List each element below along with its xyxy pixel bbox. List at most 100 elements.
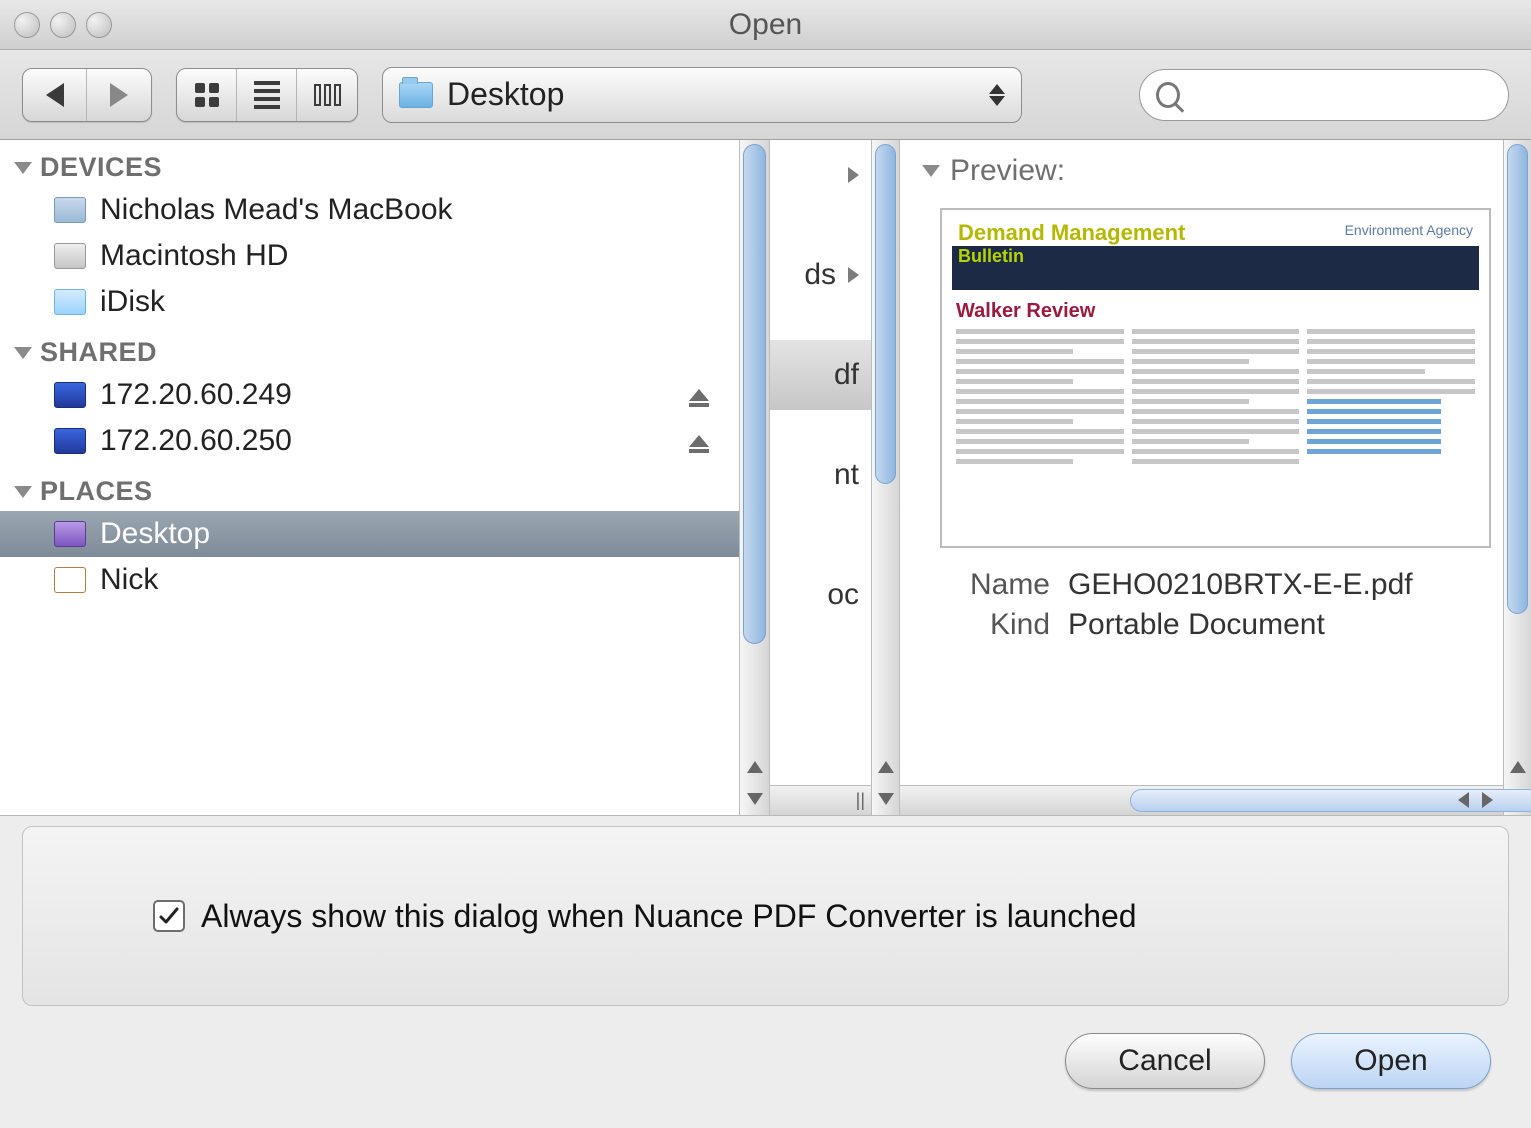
hdd-icon — [54, 243, 86, 269]
scroll-up-icon[interactable] — [740, 761, 769, 773]
view-columns-button[interactable] — [297, 69, 357, 121]
toolbar: Desktop — [0, 50, 1531, 140]
preview-column: Preview: Demand Management Bulletin Envi… — [900, 140, 1531, 815]
section-label: DEVICES — [40, 152, 162, 183]
list-icon — [254, 81, 280, 109]
back-button[interactable] — [23, 69, 87, 121]
preview-hscroll[interactable] — [900, 785, 1503, 815]
sidebar-item-share-2[interactable]: 172.20.60.250 — [0, 418, 769, 464]
popup-arrows-icon — [989, 84, 1005, 106]
view-icons-button[interactable] — [177, 69, 237, 121]
file-fragment: oc — [827, 578, 859, 612]
preview-doc-logo: Environment Agency — [1345, 222, 1473, 238]
folder-icon — [399, 82, 433, 108]
file-fragment: df — [834, 358, 859, 392]
preview-doc-section: Walker Review — [952, 298, 1479, 325]
sidebar-item-label: Macintosh HD — [100, 239, 288, 273]
meta-key-name: Name — [940, 568, 1050, 602]
sidebar-item-label: Desktop — [100, 517, 210, 551]
search-field[interactable] — [1139, 69, 1509, 121]
button-label: Open — [1354, 1044, 1427, 1078]
sidebar-item-label: 172.20.60.250 — [100, 424, 292, 458]
meta-val-name: GEHO0210BRTX-E-E.pdf — [1068, 568, 1491, 602]
disclosure-icon — [922, 165, 940, 177]
location-label: Desktop — [447, 76, 564, 113]
chevron-right-icon — [848, 267, 859, 283]
button-label: Cancel — [1118, 1044, 1211, 1078]
file-fragment: nt — [834, 458, 859, 492]
preview-scrollbar[interactable] — [1503, 140, 1531, 815]
sidebar-item-label: iDisk — [100, 285, 165, 319]
nav-history — [22, 68, 152, 122]
cancel-button[interactable]: Cancel — [1065, 1033, 1265, 1089]
preview-doc-title: Demand Management — [958, 220, 1185, 246]
forward-button[interactable] — [87, 69, 151, 121]
sidebar-item-label: Nick — [100, 563, 158, 597]
options-panel: Always show this dialog when Nuance PDF … — [22, 826, 1509, 1006]
scroll-down-icon[interactable] — [740, 793, 769, 805]
close-icon[interactable] — [14, 12, 40, 38]
sidebar: DEVICES Nicholas Mead's MacBook Macintos… — [0, 140, 770, 815]
grid-icon — [195, 83, 219, 107]
file-fragment: ds — [804, 258, 836, 292]
scroll-thumb[interactable] — [875, 144, 896, 484]
scroll-thumb[interactable] — [1130, 789, 1531, 812]
disclosure-icon — [14, 486, 32, 498]
sidebar-item-share-1[interactable]: 172.20.60.249 — [0, 372, 769, 418]
search-icon — [1156, 82, 1180, 108]
section-places[interactable]: PLACES — [0, 464, 769, 511]
meta-val-kind: Portable Document — [1068, 608, 1491, 642]
preview-doc-body — [952, 325, 1479, 473]
eject-icon[interactable] — [689, 435, 709, 447]
minimize-icon[interactable] — [50, 12, 76, 38]
always-show-label: Always show this dialog when Nuance PDF … — [201, 898, 1137, 935]
scroll-left-icon[interactable] — [1458, 792, 1469, 808]
sidebar-scrollbar[interactable] — [739, 140, 769, 815]
scroll-thumb[interactable] — [1507, 144, 1528, 614]
scroll-up-icon[interactable] — [872, 761, 899, 773]
chevron-right-icon — [848, 167, 859, 183]
sidebar-item-idisk[interactable]: iDisk — [0, 279, 769, 325]
scroll-up-icon[interactable] — [1504, 761, 1531, 773]
preview-thumbnail[interactable]: Demand Management Bulletin Environment A… — [940, 208, 1491, 548]
section-shared[interactable]: SHARED — [0, 325, 769, 372]
disclosure-icon — [14, 162, 32, 174]
preview-doc-subtitle: Bulletin — [958, 246, 1024, 267]
zoom-icon[interactable] — [86, 12, 112, 38]
desktop-icon — [54, 521, 86, 547]
network-icon — [54, 428, 86, 454]
sidebar-item-label: 172.20.60.249 — [100, 378, 292, 412]
window-controls — [14, 12, 112, 38]
view-mode-switch — [176, 68, 358, 122]
scroll-down-icon[interactable] — [872, 793, 899, 805]
preview-metadata: Name GEHO0210BRTX-E-E.pdf Kind Portable … — [900, 558, 1531, 642]
filecol-scrollbar[interactable] — [871, 140, 899, 815]
checkmark-icon — [157, 904, 181, 928]
idisk-icon — [54, 289, 86, 315]
always-show-checkbox[interactable] — [153, 900, 185, 932]
filecol-hscroll[interactable]: || — [770, 785, 871, 815]
scroll-right-icon[interactable] — [1482, 792, 1493, 808]
file-column: ds df nt oc || — [770, 140, 900, 815]
section-label: SHARED — [40, 337, 157, 368]
view-list-button[interactable] — [237, 69, 297, 121]
sidebar-item-macintosh-hd[interactable]: Macintosh HD — [0, 233, 769, 279]
meta-key-kind: Kind — [940, 608, 1050, 642]
scroll-thumb[interactable] — [743, 144, 766, 644]
eject-icon[interactable] — [689, 389, 709, 401]
section-devices[interactable]: DEVICES — [0, 140, 769, 187]
preview-header[interactable]: Preview: — [900, 140, 1531, 202]
window-title: Open — [0, 8, 1531, 42]
dialog-footer: Cancel Open — [0, 1006, 1531, 1116]
home-icon — [54, 567, 86, 593]
preview-header-label: Preview: — [950, 154, 1065, 188]
sidebar-item-home[interactable]: Nick — [0, 557, 769, 603]
sidebar-item-macbook[interactable]: Nicholas Mead's MacBook — [0, 187, 769, 233]
arrow-left-icon — [46, 83, 64, 107]
titlebar: Open — [0, 0, 1531, 50]
location-popup[interactable]: Desktop — [382, 67, 1022, 123]
sidebar-item-desktop[interactable]: Desktop — [0, 511, 769, 557]
search-input[interactable] — [1190, 79, 1492, 110]
open-button[interactable]: Open — [1291, 1033, 1491, 1089]
browser-pane: DEVICES Nicholas Mead's MacBook Macintos… — [0, 140, 1531, 816]
